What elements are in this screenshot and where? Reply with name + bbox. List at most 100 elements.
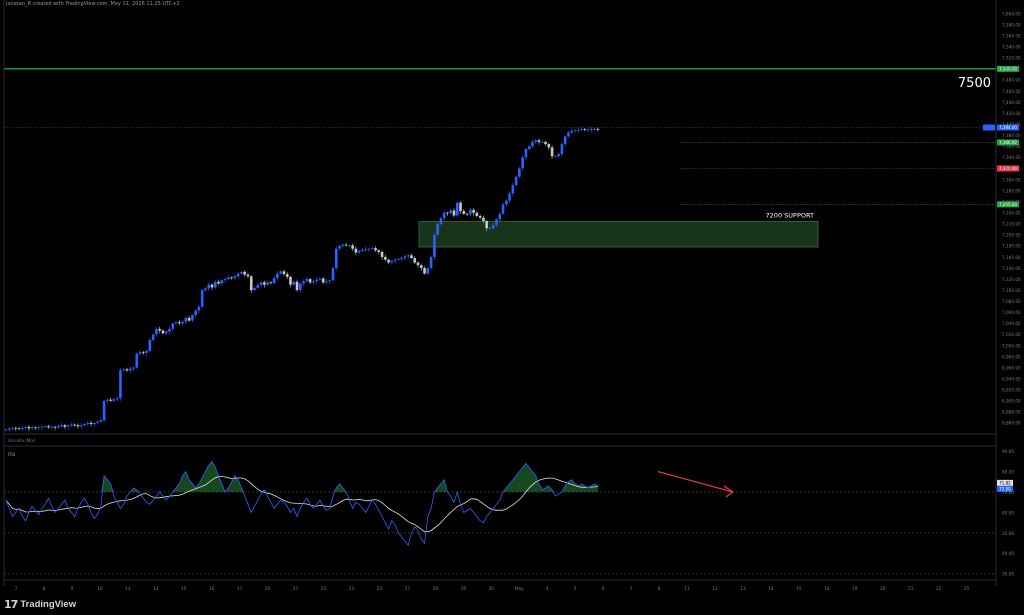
- time-axis-tick: 14: [768, 586, 774, 592]
- price-axis-tick: 7,260.00: [1002, 199, 1021, 204]
- candle-body: [168, 328, 171, 332]
- candle-body: [66, 425, 70, 427]
- candle-body: [302, 281, 305, 284]
- candle-body: [531, 141, 534, 147]
- price-chart[interactable]: 75007200 SUPPORT7,500.007,394.007,366.92…: [0, 0, 1024, 615]
- time-axis-tick: 20: [265, 586, 271, 592]
- candle-body: [161, 330, 165, 334]
- candle-body: [184, 317, 188, 322]
- price-axis-tick: 7,000.00: [1002, 343, 1021, 348]
- candle-body: [576, 129, 580, 131]
- candle-body: [246, 274, 250, 277]
- time-axis-tick: 28: [433, 586, 439, 592]
- time-axis-tick: 22: [321, 586, 327, 592]
- price-axis-tick: 7,020.00: [1002, 332, 1021, 337]
- candle-body: [200, 290, 204, 307]
- candle-body: [534, 140, 538, 142]
- candle-body: [348, 245, 351, 247]
- time-axis-tick: 23: [349, 586, 355, 592]
- candle-body: [328, 280, 332, 282]
- candle-body: [119, 370, 122, 399]
- candle-body: [132, 367, 135, 369]
- candle-body: [590, 129, 593, 130]
- price-axis-tick: 7,560.00: [1002, 33, 1021, 38]
- candle-body: [106, 399, 109, 401]
- candle-body: [138, 352, 142, 354]
- time-axis-tick: 17: [237, 586, 243, 592]
- candle-body: [547, 144, 551, 148]
- candle-body: [89, 422, 93, 425]
- candle-body: [488, 228, 492, 229]
- candle-body: [377, 250, 381, 252]
- candle-body: [580, 129, 583, 130]
- candle-body: [86, 422, 90, 425]
- candle-body: [197, 306, 201, 311]
- candle-body: [37, 427, 40, 429]
- indicator-label: Accuma (Mix): [8, 438, 36, 443]
- candle-body: [128, 368, 132, 371]
- candle-body: [236, 273, 240, 277]
- candle-body: [27, 426, 31, 429]
- candle-body: [155, 328, 158, 335]
- candle-body: [34, 427, 37, 429]
- time-axis-tick: 13: [740, 586, 746, 592]
- candle-body: [459, 202, 462, 212]
- rsi-pane: 90.0080.0070.0060.0050.0040.0030.00RSIAc…: [4, 438, 1014, 577]
- time-axis-tick: 21: [293, 586, 299, 592]
- candle-body: [279, 271, 282, 274]
- candle-body: [354, 248, 358, 253]
- candle-body: [57, 426, 60, 428]
- candle-body: [367, 248, 371, 250]
- resistance-label: 7500: [958, 76, 991, 91]
- support-zone: [418, 221, 819, 248]
- candle-body: [524, 149, 528, 158]
- candle-body: [4, 429, 8, 431]
- price-axis-tick: 6,860.00: [1002, 421, 1021, 426]
- candle-body: [397, 259, 400, 260]
- time-axis-tick: 20: [880, 586, 886, 592]
- candle-body: [174, 322, 178, 324]
- candle-body: [289, 276, 292, 285]
- candle-body: [308, 279, 312, 283]
- time-axis-tick: 22: [936, 586, 942, 592]
- candle-body: [498, 213, 502, 220]
- candle-body: [96, 421, 99, 423]
- time-axis-tick: 25: [964, 586, 970, 592]
- candle-body: [47, 426, 50, 428]
- candle-body: [416, 262, 420, 266]
- candle-body: [586, 129, 590, 131]
- candle-body: [439, 218, 443, 224]
- price-axis-tick: 7,140.00: [1002, 266, 1021, 271]
- candle-body: [462, 211, 466, 214]
- divergence-arrow-head: [723, 485, 734, 498]
- candle-body: [567, 132, 570, 137]
- price-axis-tick: 7,180.00: [1002, 244, 1021, 249]
- candle-body: [259, 282, 263, 286]
- candle-body: [410, 255, 413, 259]
- candle-body: [495, 219, 498, 225]
- candle-body: [102, 400, 106, 421]
- candle-body: [511, 185, 515, 194]
- price-axis-tick: 7,440.00: [1002, 100, 1021, 105]
- candle-body: [269, 282, 273, 284]
- candle-body: [14, 427, 18, 429]
- chart-frame: Jonatan_R created with TradingView.com, …: [0, 0, 1024, 615]
- candle-body: [109, 399, 112, 401]
- candle-body: [452, 210, 456, 216]
- candle-body: [171, 323, 175, 329]
- candle-body: [295, 281, 299, 291]
- candle-body: [164, 331, 168, 334]
- price-axis-tick: 7,080.00: [1002, 299, 1021, 304]
- candle-body: [419, 265, 423, 269]
- candle-body: [537, 140, 541, 142]
- candle-body: [194, 310, 197, 316]
- annotations: 75007200 SUPPORT7,500.007,394.007,366.92…: [4, 65, 1019, 248]
- price-axis-tick: 7,360.00: [1002, 144, 1021, 149]
- candle-body: [521, 157, 524, 169]
- time-axis-tick: May: [515, 586, 524, 592]
- time-axis-tick: 7: [630, 586, 633, 592]
- candle-body: [73, 424, 76, 426]
- candle-body: [400, 258, 403, 260]
- price-axis-tick: 7,580.00: [1002, 22, 1021, 27]
- rsi-axis-tick: 30.00: [1002, 572, 1014, 577]
